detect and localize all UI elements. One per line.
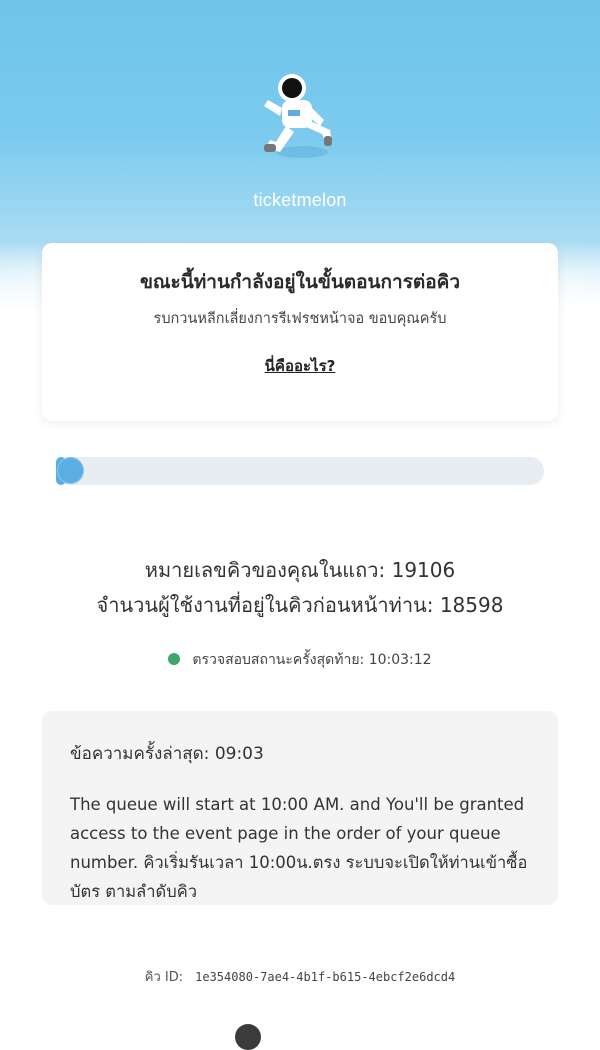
- users-ahead-line: จำนวนผู้ใช้งานที่อยู่ในคิวก่อนหน้าท่าน: …: [96, 593, 504, 617]
- what-is-this-link[interactable]: นี่คืออะไร?: [265, 354, 336, 378]
- status-dot-icon: [168, 653, 181, 665]
- queue-progress-bar: [56, 457, 544, 485]
- latest-message-heading: ข้อความครั้งล่าสุด: 09:03: [70, 744, 264, 764]
- last-check-status: ตรวจสอบสถานะครั้งสุดท้าย: 10:03:12: [0, 649, 600, 671]
- astronaut-mascot-icon: [264, 74, 332, 158]
- bottom-partial-element: [235, 1024, 261, 1050]
- queue-id: คิว ID: 1e354080-7ae4-4b1f-b615-4ebcf2e6d…: [0, 966, 600, 987]
- latest-message-body: The queue will start at 10:00 AM. and Yo…: [70, 795, 528, 901]
- queue-notice-card: ขณะนี้ท่านกำลังอยู่ในขั้นตอนการต่อคิว รบ…: [42, 243, 558, 421]
- queue-notice-title: ขณะนี้ท่านกำลังอยู่ในขั้นตอนการต่อคิว: [139, 271, 461, 293]
- queue-id-value: 1e354080-7ae4-4b1f-b615-4ebcf2e6dcd4: [195, 970, 456, 984]
- latest-message-box: ข้อความครั้งล่าสุด: 09:03 The queue will…: [42, 711, 558, 905]
- queue-progress-indicator: [57, 457, 84, 484]
- queue-notice-subtitle: รบกวนหลีกเลี่ยงการรีเฟรชหน้าจอ ขอบคุณครั…: [153, 311, 447, 327]
- queue-number-line: หมายเลขคิวของคุณในแถว: 19106: [144, 558, 456, 582]
- brand-name: ticketmelon: [253, 190, 347, 210]
- queue-id-label: คิว ID:: [144, 970, 184, 985]
- last-check-text: ตรวจสอบสถานะครั้งสุดท้าย: 10:03:12: [192, 652, 432, 668]
